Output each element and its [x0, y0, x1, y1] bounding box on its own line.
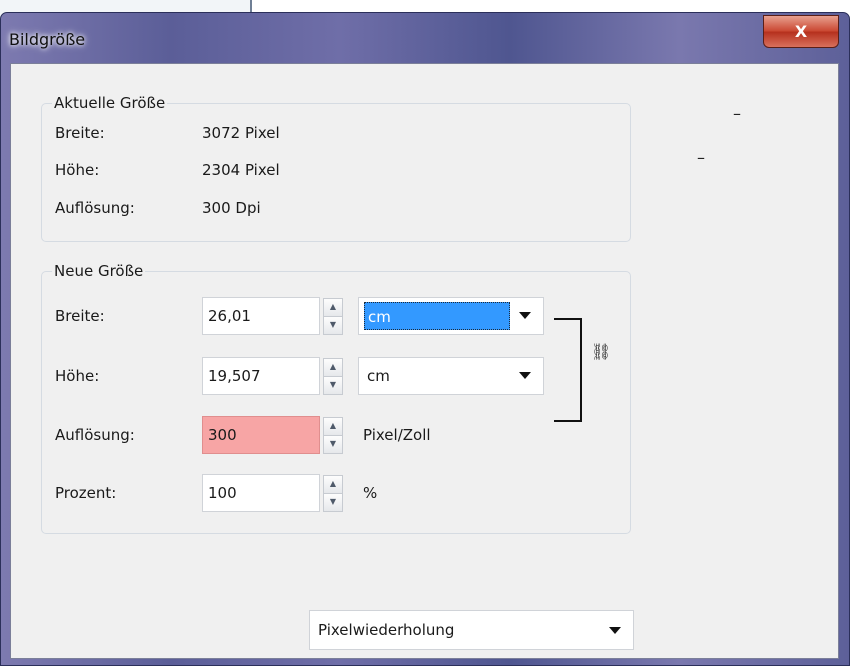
new-width-input[interactable]: 26,01	[202, 297, 320, 335]
percent-spinner[interactable]: ▲ ▼	[323, 475, 343, 512]
dialog-title: Bildgröße	[9, 30, 86, 49]
current-resolution-value: 300 Dpi	[202, 199, 261, 217]
percent-label: Prozent:	[55, 484, 117, 502]
chevron-down-icon	[609, 627, 621, 634]
image-size-dialog: Bildgröße X Aktuelle Größe Breite: 3072 …	[0, 12, 850, 666]
resampling-method-select[interactable]: Pixelwiederholung	[309, 610, 634, 650]
new-width-spinner[interactable]: ▲ ▼	[323, 298, 343, 335]
current-height-value: 2304 Pixel	[202, 161, 280, 179]
close-button[interactable]: X	[763, 15, 839, 48]
chain-link-icon[interactable]: ⛓	[591, 342, 611, 361]
chevron-down-icon	[519, 372, 531, 379]
chevron-down-icon	[519, 312, 531, 319]
current-height-label: Höhe:	[55, 161, 100, 179]
title-bar[interactable]: Bildgröße X	[1, 13, 849, 63]
new-resolution-spinner[interactable]: ▲ ▼	[323, 417, 343, 454]
resolution-unit-label: Pixel/Zoll	[363, 426, 431, 444]
new-height-label: Höhe:	[55, 367, 100, 385]
aspect-ratio-bracket	[554, 318, 582, 422]
spin-down-icon[interactable]: ▼	[323, 435, 343, 454]
height-unit-select[interactable]: cm	[358, 357, 544, 395]
new-height-spinner[interactable]: ▲ ▼	[323, 358, 343, 395]
dialog-client-area: Aktuelle Größe Breite: 3072 Pixel Höhe: …	[10, 63, 839, 659]
spin-down-icon[interactable]: ▼	[323, 376, 343, 395]
current-size-legend: Aktuelle Größe	[54, 94, 166, 112]
new-width-label: Breite:	[55, 307, 105, 325]
width-unit-value: cm	[364, 302, 510, 330]
current-width-label: Breite:	[55, 124, 105, 142]
spin-up-icon[interactable]: ▲	[323, 358, 343, 377]
spin-down-icon[interactable]: ▼	[323, 316, 343, 335]
current-width-value: 3072 Pixel	[202, 124, 280, 142]
spin-up-icon[interactable]: ▲	[323, 475, 343, 494]
percent-input[interactable]: 100	[202, 474, 320, 512]
current-resolution-label: Auflösung:	[55, 199, 135, 217]
percent-unit-label: %	[363, 484, 378, 502]
spin-up-icon[interactable]: ▲	[323, 298, 343, 317]
new-height-input[interactable]: 19,507	[202, 357, 320, 395]
spin-down-icon[interactable]: ▼	[323, 493, 343, 512]
new-resolution-input[interactable]: 300	[202, 416, 320, 454]
new-size-legend: Neue Größe	[54, 262, 144, 280]
height-unit-value: cm	[367, 367, 390, 385]
spin-up-icon[interactable]: ▲	[323, 417, 343, 436]
current-size-group: Aktuelle Größe	[41, 94, 631, 242]
dash-mark: –	[733, 104, 741, 123]
dash-mark: –	[697, 148, 705, 167]
new-resolution-label: Auflösung:	[55, 426, 135, 444]
resampling-method-value: Pixelwiederholung	[318, 621, 455, 639]
close-icon: X	[794, 22, 808, 41]
width-unit-select[interactable]: cm	[358, 297, 544, 335]
